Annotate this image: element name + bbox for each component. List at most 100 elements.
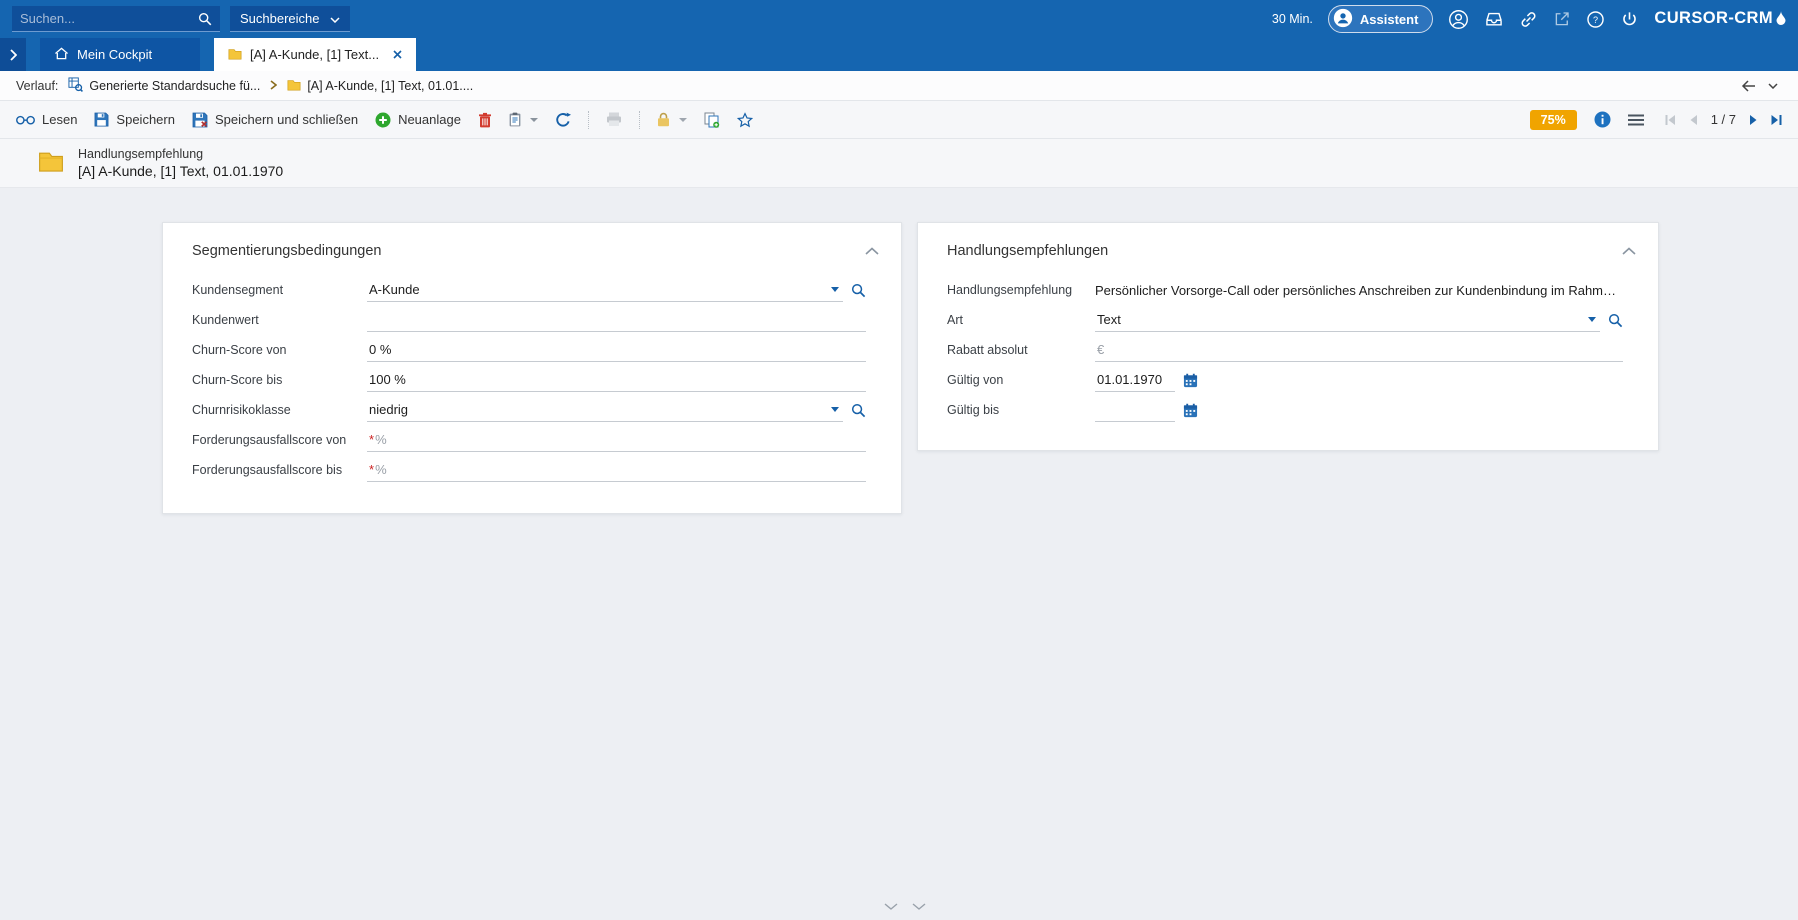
field-input[interactable] [1095,398,1175,422]
search-input[interactable] [20,11,192,26]
delete-button[interactable] [478,112,492,128]
dropdown-caret-icon[interactable] [831,287,839,292]
field-input[interactable]: Text [1095,308,1600,332]
field-value: % [375,462,387,477]
field-value: 100 % [369,372,406,387]
read-button[interactable]: Lesen [16,112,77,127]
field-input[interactable]: A-Kunde [367,278,843,302]
link-icon[interactable] [1519,10,1538,29]
breadcrumb-label: Verlauf: [16,78,59,93]
record-icon [228,47,242,63]
last-page-icon[interactable] [1771,114,1782,126]
field-input[interactable]: 0 % [367,338,866,362]
save-button[interactable]: Speichern [94,112,175,127]
toolbar-separator [638,110,640,129]
field-row: Forderungsausfallscore bis *% [163,455,901,485]
toolbar-separator [587,110,589,129]
field-label: Kundensegment [192,283,284,297]
chevron-down-icon[interactable] [678,117,687,122]
magnifier-icon[interactable] [851,283,866,298]
calendar-icon[interactable] [1183,373,1198,388]
field-control: niedrig [367,398,866,422]
field-input[interactable]: *% [367,428,866,452]
copy-record-button[interactable] [704,112,720,128]
field-row: Kundensegment A-Kunde [163,275,901,305]
card-body: Kundensegment A-Kunde Kundenwert Churn-Scor… [163,265,901,485]
field-input[interactable]: 01.01.1970 [1095,368,1175,392]
field-row: Churn-Score von 0 % [163,335,901,365]
save-close-button[interactable]: Speichern und schließen [192,112,358,128]
breadcrumb-item-search[interactable]: Generierte Standardsuche fü... [68,76,260,95]
magnifier-icon[interactable] [851,403,866,418]
menu-button[interactable] [1627,114,1644,126]
breadcrumb-separator-icon [270,79,278,93]
dropdown-caret-icon[interactable] [831,407,839,412]
record-icon [38,149,64,177]
global-search[interactable] [12,6,220,32]
search-icon[interactable] [198,12,212,26]
quality-badge[interactable]: 75% [1529,109,1577,130]
back-arrow-icon[interactable] [1741,79,1756,92]
help-icon[interactable]: ? [1586,10,1605,29]
magnifier-icon[interactable] [1608,313,1623,328]
new-record-button[interactable]: Neuanlage [375,112,461,128]
expand-sidebar-icon[interactable] [0,38,26,71]
print-button[interactable] [606,112,622,127]
field-input[interactable]: € [1095,338,1623,362]
field-control: *% [367,428,866,452]
field-value[interactable]: Persönlicher Vorsorge-Call oder persönli… [1095,283,1623,298]
history-dropdown-icon[interactable] [1768,82,1778,89]
lock-button[interactable] [657,112,687,127]
field-input[interactable]: *% [367,458,866,482]
action-toolbar: Lesen Speichern Speichern und schließen … [0,101,1798,139]
field-input[interactable] [367,308,866,332]
tab-bar: Mein Cockpit [A] A-Kunde, [1] Text... [0,38,1798,71]
field-control: *% [367,458,866,482]
favorite-button[interactable] [736,111,753,128]
field-label: Forderungsausfallscore bis [192,463,343,477]
refresh-button[interactable] [555,112,571,128]
user-icon[interactable] [1448,9,1469,30]
tab-record[interactable]: [A] A-Kunde, [1] Text... [214,38,417,71]
chevron-down-icon[interactable] [529,117,538,122]
breadcrumb-item-record[interactable]: [A] A-Kunde, [1] Text, 01.01.... [287,78,473,94]
inbox-icon[interactable] [1484,9,1504,29]
refresh-icon [555,112,571,128]
record-icon [287,78,301,94]
dropdown-caret-icon[interactable] [1588,317,1596,322]
session-timer: 30 Min. [1271,12,1313,26]
tab-mein-cockpit[interactable]: Mein Cockpit [40,38,200,71]
field-row: Churn-Score bis 100 % [163,365,901,395]
assistant-button[interactable]: Assistent [1327,5,1434,33]
panel-expand-icon[interactable] [912,903,926,910]
external-link-icon[interactable] [1553,10,1571,28]
required-marker: * [369,462,375,477]
first-page-icon[interactable] [1665,114,1676,126]
calendar-icon[interactable] [1183,403,1198,418]
search-scope-dropdown[interactable]: Suchbereiche [230,6,350,32]
search-scope-label: Suchbereiche [240,11,320,26]
collapse-icon[interactable] [865,247,879,255]
glasses-icon [16,114,35,125]
assistant-label: Assistent [1359,11,1419,27]
next-page-icon[interactable] [1749,114,1758,126]
close-icon[interactable] [393,50,402,59]
collapse-icon[interactable] [1622,247,1636,255]
panel-expand-icon[interactable] [884,903,898,910]
field-label: Handlungsempfehlung [947,283,1073,297]
brand-label: CURSOR-CRM [1654,8,1773,27]
new-label: Neuanlage [398,112,461,127]
field-control [367,308,866,332]
field-input[interactable]: niedrig [367,398,843,422]
prev-page-icon[interactable] [1689,114,1698,126]
recommendations-card: Handlungsempfehlungen Handlungsempfehlun… [917,222,1659,451]
paste-button[interactable] [509,112,538,127]
field-input[interactable]: 100 % [367,368,866,392]
info-button[interactable] [1594,111,1611,128]
power-icon[interactable] [1620,10,1639,29]
card-title: Segmentierungsbedingungen [192,243,382,259]
save-label: Speichern [116,112,175,127]
record-title: [A] A-Kunde, [1] Text, 01.01.1970 [78,163,284,179]
field-label: Art [947,313,963,327]
field-label: Kundenwert [192,313,259,327]
